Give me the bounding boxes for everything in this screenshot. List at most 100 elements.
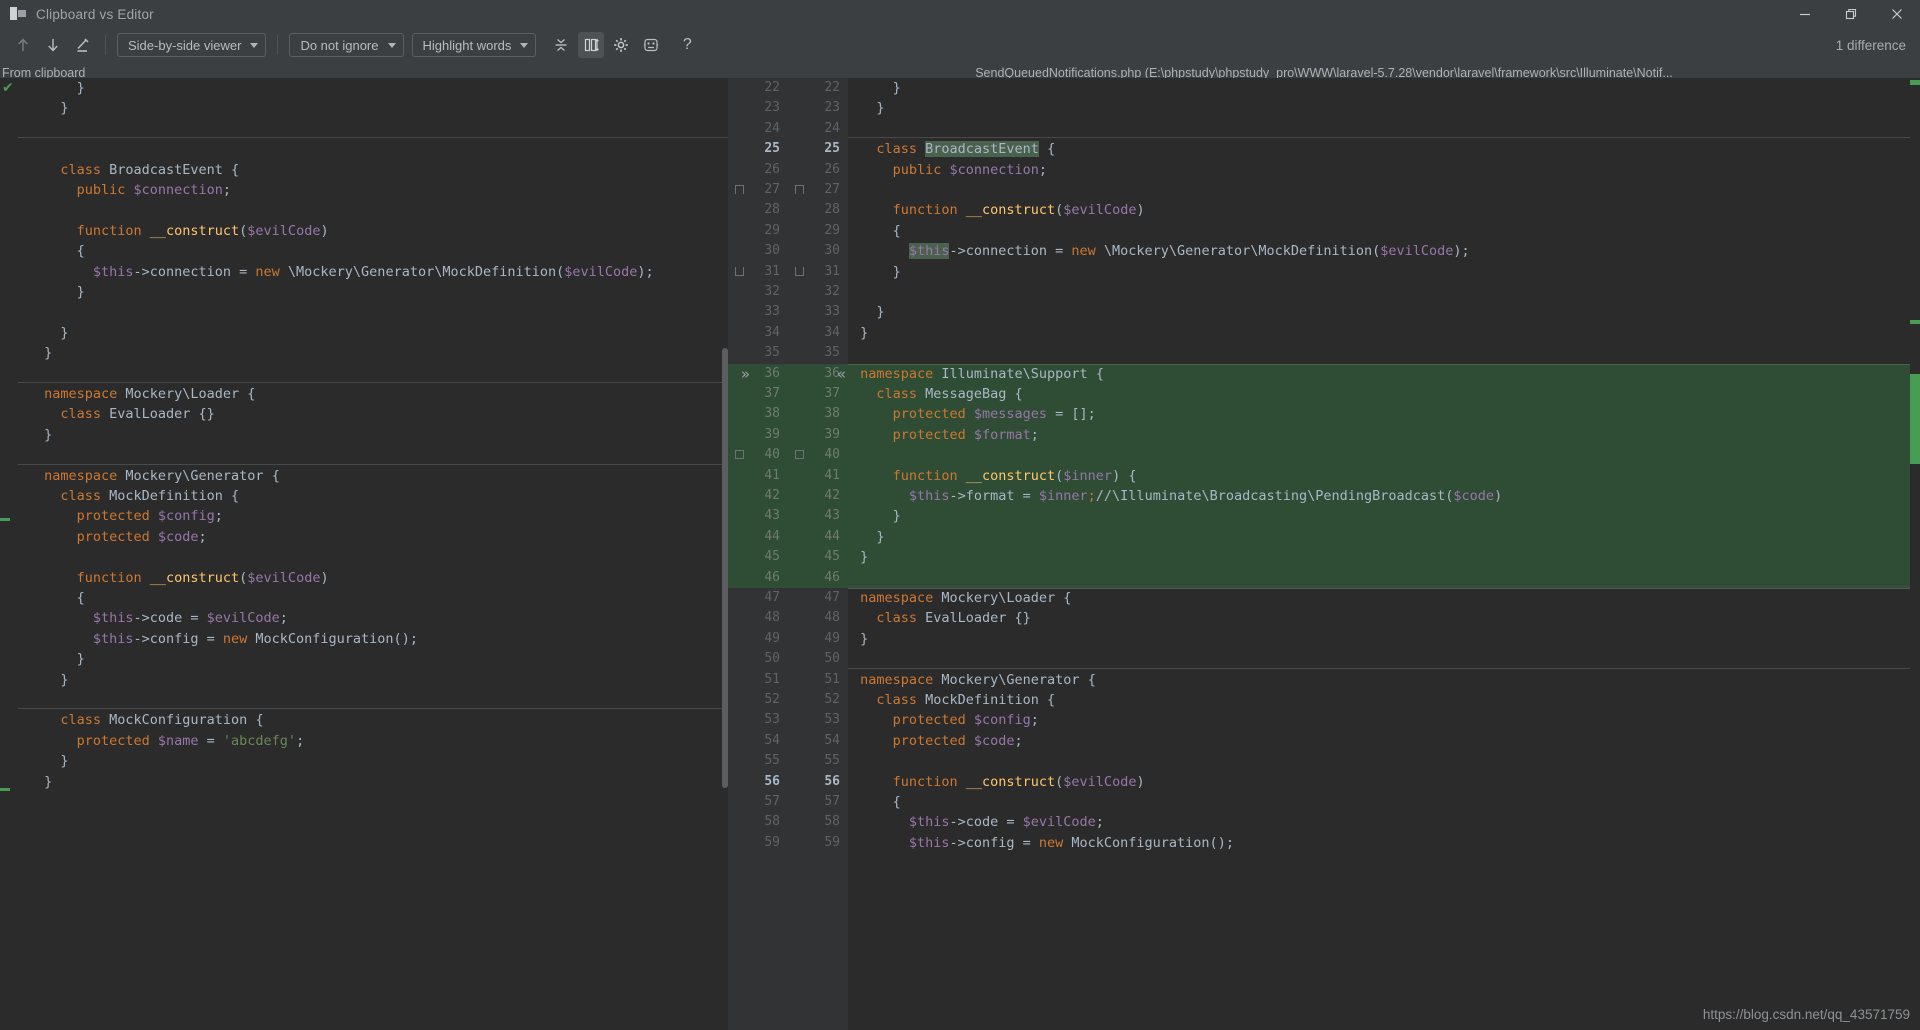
line-number-left: 40 — [764, 447, 780, 463]
collapse-unchanged-icon[interactable] — [548, 32, 574, 58]
fold-marker-icon[interactable] — [735, 450, 744, 460]
line-number-left: 38 — [764, 406, 780, 422]
revert-left-icon[interactable]: « — [837, 364, 846, 384]
accept-right-icon[interactable]: » — [741, 364, 750, 384]
code-line: } — [76, 284, 85, 300]
code-line: } — [860, 549, 869, 566]
diff-gutter: 22 23 24 25 26 27 28 29 30 31 32 33 34 35 36 37 38 39 40 41… — [728, 78, 848, 1030]
code-line: class EvalLoader {} — [60, 406, 215, 423]
arrow-up-icon[interactable] — [10, 32, 36, 58]
swap-sides-icon[interactable] — [638, 32, 664, 58]
line-number-left: 42 — [764, 488, 780, 503]
minimize-icon[interactable] — [1782, 0, 1828, 28]
toolbar-separator-1 — [105, 35, 106, 55]
pencil-icon[interactable] — [70, 32, 96, 58]
fold-marker-icon[interactable] — [795, 185, 804, 194]
line-number-right: 50 — [824, 651, 840, 667]
line-number-right: 59 — [824, 834, 840, 850]
code-line: } — [876, 100, 885, 117]
line-number-left: 25 — [764, 141, 780, 157]
viewer-mode-label: Side-by-side viewer — [128, 37, 242, 53]
right-code-pane[interactable]: }} class BroadcastEvent {public $connecti… — [848, 78, 1920, 1030]
ignore-mode-label: Do not ignore — [300, 37, 379, 53]
line-number-left: 51 — [764, 671, 780, 687]
line-number-left: 46 — [764, 569, 780, 585]
code-line: function __construct($inner) { — [892, 467, 1137, 484]
line-number-right: 54 — [824, 732, 840, 748]
line-number-right: 44 — [824, 528, 840, 544]
line-number-right: 52 — [824, 692, 840, 707]
fold-separator — [18, 137, 728, 139]
line-number-left: 22 — [764, 80, 780, 95]
line-number-right: 25 — [824, 141, 840, 157]
line-number-left: 29 — [764, 222, 780, 238]
difference-count: 1 difference — [1835, 37, 1906, 53]
line-number-right: 35 — [824, 345, 840, 361]
overview-change-marker — [1910, 374, 1920, 464]
line-number-right: 51 — [824, 671, 840, 687]
line-number-left: 34 — [764, 324, 780, 340]
code-line: function __construct($evilCode) — [892, 773, 1145, 790]
left-change-marker — [0, 788, 10, 791]
line-number-left: 43 — [764, 508, 780, 524]
code-line: namespace Mockery\Loader { — [44, 386, 256, 402]
question-mark-icon[interactable]: ? — [674, 32, 700, 58]
toolbar-separator-2 — [277, 35, 279, 55]
line-number-left: 48 — [764, 610, 780, 626]
code-line: } — [60, 671, 69, 688]
fold-marker-icon[interactable] — [795, 450, 804, 460]
line-number-right: 53 — [824, 712, 840, 728]
line-number-right: 49 — [824, 630, 840, 646]
chevron-down-icon — [250, 42, 259, 48]
line-number-right: 48 — [824, 610, 840, 626]
line-number-right: 45 — [824, 549, 840, 565]
code-line: protected $code; — [76, 528, 207, 545]
close-icon[interactable] — [1874, 0, 1920, 28]
line-number-left: 36 — [764, 365, 780, 381]
line-number-left: 53 — [764, 712, 780, 728]
code-line: public $connection; — [76, 182, 232, 198]
code-line: { — [892, 222, 901, 239]
line-number-right: 23 — [824, 100, 840, 116]
code-line: } — [892, 80, 901, 96]
code-line: public $connection; — [892, 161, 1048, 178]
code-line: } — [876, 528, 885, 545]
code-line: namespace Illuminate\Support { — [860, 365, 1104, 382]
line-number-right: 28 — [824, 202, 840, 218]
no-problems-icon: ✔ — [2, 80, 14, 96]
line-number-right: 26 — [824, 161, 840, 177]
window-title-bar: Clipboard vs Editor — [0, 0, 1920, 28]
line-number-right: 40 — [824, 447, 840, 463]
line-number-left: 41 — [764, 467, 780, 483]
line-number-right: 22 — [824, 80, 840, 95]
fold-marker-icon[interactable] — [795, 266, 804, 276]
highlight-mode-dropdown[interactable]: Highlight words — [411, 33, 537, 57]
gear-icon[interactable] — [608, 32, 634, 58]
watermark-text: https://blog.csdn.net/qq_43571759 — [1702, 1007, 1910, 1022]
synchronize-scroll-icon[interactable] — [578, 32, 605, 58]
fold-separator — [848, 137, 1920, 139]
ignore-mode-dropdown[interactable]: Do not ignore — [289, 33, 404, 57]
arrow-down-icon[interactable] — [40, 32, 66, 58]
line-number-right: 31 — [824, 263, 840, 279]
left-code-pane[interactable]: }} class BroadcastEvent {public $connecti… — [18, 78, 728, 1030]
code-line: { — [892, 794, 901, 810]
code-line: namespace Mockery\Generator { — [44, 467, 280, 484]
right-overview-markers[interactable] — [1910, 78, 1920, 1030]
fold-marker-icon[interactable] — [735, 185, 744, 194]
line-number-right: 47 — [824, 590, 840, 605]
line-number-right: 32 — [824, 284, 840, 299]
code-line: class EvalLoader {} — [876, 610, 1031, 627]
line-number-left: 24 — [764, 120, 780, 136]
viewer-mode-dropdown[interactable]: Side-by-side viewer — [117, 33, 267, 57]
restore-icon[interactable] — [1828, 0, 1874, 28]
fold-marker-icon[interactable] — [735, 266, 744, 276]
left-status-strip: ✔ — [0, 78, 18, 1030]
left-code-lines: }} class BroadcastEvent {public $connecti… — [18, 78, 728, 1030]
diff-viewer: ✔ }} class BroadcastEvent {public $connec… — [0, 78, 1920, 1030]
code-line: protected $format; — [892, 426, 1039, 443]
code-line: } — [892, 508, 901, 525]
